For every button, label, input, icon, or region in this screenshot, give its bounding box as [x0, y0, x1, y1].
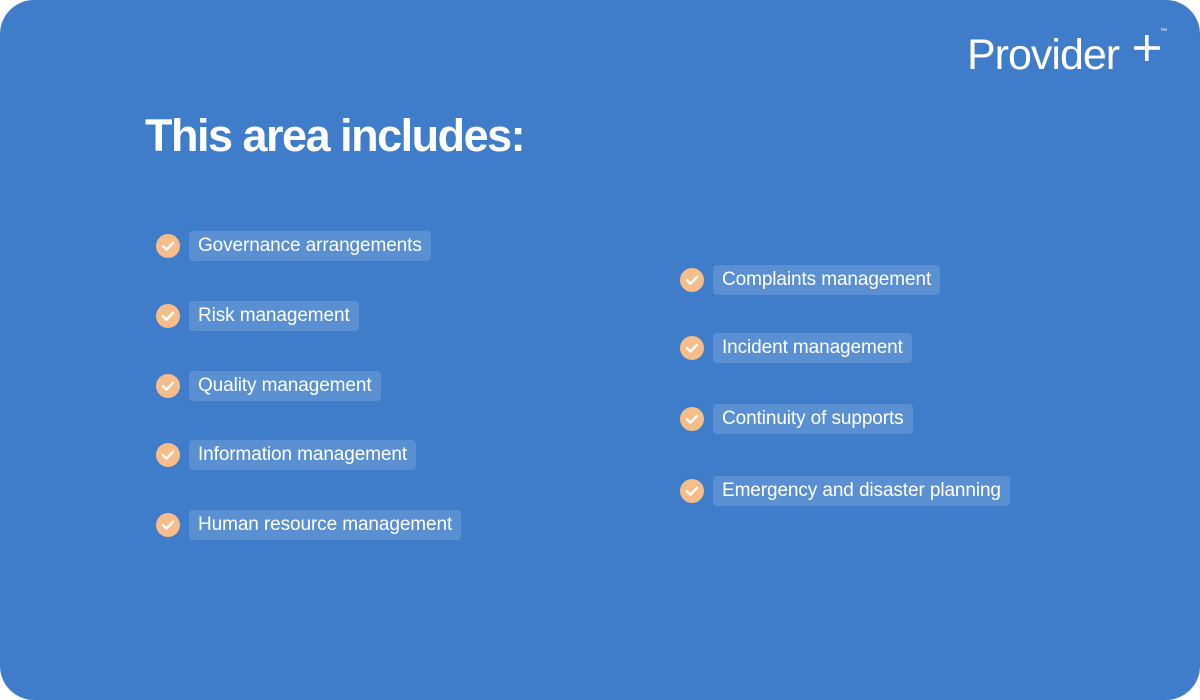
check-circle-icon	[156, 234, 180, 258]
trademark-mark: ™	[1160, 28, 1167, 35]
check-circle-icon	[156, 513, 180, 537]
list-item-label: Continuity of supports	[713, 404, 913, 434]
check-circle-icon	[156, 304, 180, 328]
list-item-label: Human resource management	[189, 510, 462, 540]
check-circle-icon	[156, 443, 180, 467]
check-circle-icon	[680, 336, 704, 360]
list-item-label: Governance arrangements	[189, 231, 431, 261]
list-item-label: Information management	[189, 440, 417, 470]
page-title: This area includes:	[145, 110, 526, 161]
list-item-label: Emergency and disaster planning	[713, 476, 1010, 506]
check-circle-icon	[680, 268, 704, 292]
info-card: Provider ™ This area includes: Governanc…	[0, 0, 1200, 700]
list-item-label: Quality management	[189, 371, 381, 401]
list-item-label: Incident management	[713, 333, 912, 363]
plus-icon	[1134, 35, 1160, 61]
brand-name: Provider	[967, 31, 1120, 79]
brand-logo: Provider	[967, 30, 1120, 80]
list-item-label: Complaints management	[713, 265, 941, 295]
check-circle-icon	[680, 407, 704, 431]
list-item-label: Risk management	[189, 301, 359, 331]
check-circle-icon	[156, 374, 180, 398]
check-circle-icon	[680, 479, 704, 503]
